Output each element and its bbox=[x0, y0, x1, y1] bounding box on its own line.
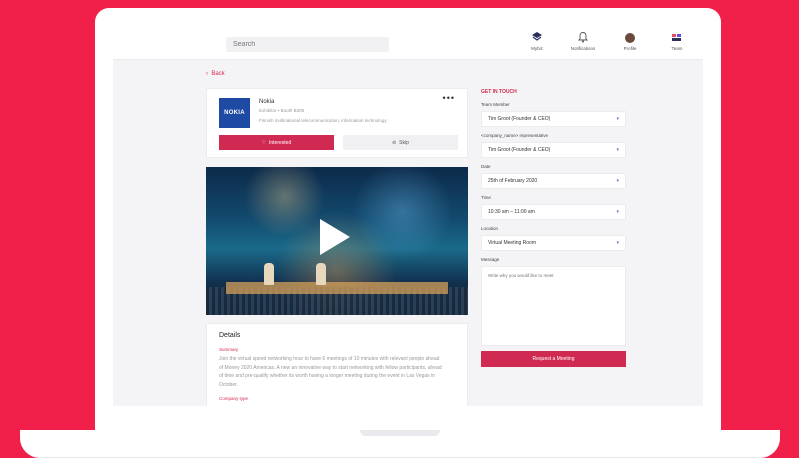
chevron-down-icon: ▾ bbox=[616, 178, 619, 184]
location-value: Virtual Meeting Room bbox=[488, 240, 536, 246]
interested-button[interactable]: ♡ Interested bbox=[219, 135, 334, 150]
company-logo: NOKIA bbox=[219, 98, 250, 128]
team-icon bbox=[657, 31, 697, 45]
chevron-down-icon: ▾ bbox=[616, 209, 619, 215]
team-member-value: Tim Groot (Founder & CEO) bbox=[488, 116, 551, 122]
summary-label: Summary bbox=[219, 347, 239, 352]
details-card: Details Summary Join the virtual speed n… bbox=[206, 323, 468, 406]
team-member-label: Team Member bbox=[481, 102, 510, 107]
company-meta: Exhibitor • Booth B305 bbox=[259, 108, 305, 113]
laptop-base bbox=[20, 430, 780, 458]
nav-notifications-label: Notifications bbox=[570, 46, 596, 51]
video-stage bbox=[226, 282, 448, 294]
play-icon[interactable] bbox=[320, 219, 350, 255]
date-value: 25th of February 2020 bbox=[488, 178, 538, 184]
nav-notifications[interactable]: Notifications bbox=[563, 31, 603, 57]
nav-profile[interactable]: Profile bbox=[610, 31, 650, 57]
skip-button[interactable]: ⊘ Skip bbox=[343, 135, 458, 150]
chevron-down-icon: ▾ bbox=[616, 240, 619, 246]
company-card: NOKIA Nokia Exhibitor • Booth B305 Finni… bbox=[206, 88, 468, 158]
company-type-label: Company type bbox=[219, 396, 249, 401]
heart-icon: ♡ bbox=[261, 139, 267, 146]
nav-team[interactable]: Team bbox=[657, 31, 697, 57]
bell-icon bbox=[563, 31, 603, 45]
nav-mybiz-label: Mybiz bbox=[531, 46, 543, 51]
company-name: Nokia bbox=[259, 99, 275, 105]
chevron-left-icon: ‹ bbox=[206, 71, 208, 77]
nav-team-label: Team bbox=[671, 46, 683, 51]
video-speaker-left bbox=[264, 263, 274, 285]
app-screen: Mybiz Notifications Profile Team ‹ Back … bbox=[113, 26, 703, 406]
more-options-icon[interactable]: ••• bbox=[443, 93, 455, 103]
time-value: 10:30 am – 11:00 am bbox=[488, 209, 535, 215]
location-select[interactable]: Virtual Meeting Room ▾ bbox=[481, 235, 626, 251]
details-title: Details bbox=[219, 332, 241, 339]
interested-label: Interested bbox=[269, 139, 292, 146]
team-member-select[interactable]: Tim Groot (Founder & CEO) ▾ bbox=[481, 111, 626, 127]
summary-text: Join the virtual speed networking hour t… bbox=[219, 356, 442, 388]
chevron-down-icon: ▾ bbox=[616, 116, 619, 122]
laptop-notch bbox=[360, 430, 440, 436]
back-link[interactable]: ‹ Back bbox=[206, 71, 225, 77]
get-in-touch-title: GET IN TOUCH bbox=[481, 89, 517, 95]
time-label: Time bbox=[481, 195, 491, 200]
representative-label: <company_name> representative bbox=[481, 133, 549, 138]
video-player[interactable] bbox=[206, 167, 468, 315]
search-input[interactable] bbox=[226, 37, 389, 52]
skip-label: Skip bbox=[399, 139, 409, 146]
date-select[interactable]: 25th of February 2020 ▾ bbox=[481, 173, 626, 189]
avatar bbox=[625, 32, 635, 43]
representative-select[interactable]: Tim Groot (Founder & CEO) ▾ bbox=[481, 142, 626, 158]
back-label: Back bbox=[211, 71, 225, 77]
nav-profile-label: Profile bbox=[623, 46, 637, 51]
request-meeting-button[interactable]: Request a Meeting bbox=[481, 351, 626, 367]
date-label: Date bbox=[481, 164, 491, 169]
top-bar: Mybiz Notifications Profile Team bbox=[113, 26, 703, 60]
chevron-down-icon: ▾ bbox=[616, 147, 619, 153]
representative-value: Tim Groot (Founder & CEO) bbox=[488, 147, 551, 153]
company-description: Finnish multinational telecommunication,… bbox=[259, 118, 387, 123]
mybiz-icon bbox=[517, 31, 557, 45]
location-label: Location bbox=[481, 226, 499, 231]
video-speaker-right bbox=[316, 263, 326, 285]
time-select[interactable]: 10:30 am – 11:00 am ▾ bbox=[481, 204, 626, 220]
message-label: Message bbox=[481, 257, 500, 262]
nav-mybiz[interactable]: Mybiz bbox=[517, 31, 557, 57]
skip-icon: ⊘ bbox=[392, 139, 397, 146]
message-field[interactable] bbox=[481, 266, 626, 346]
